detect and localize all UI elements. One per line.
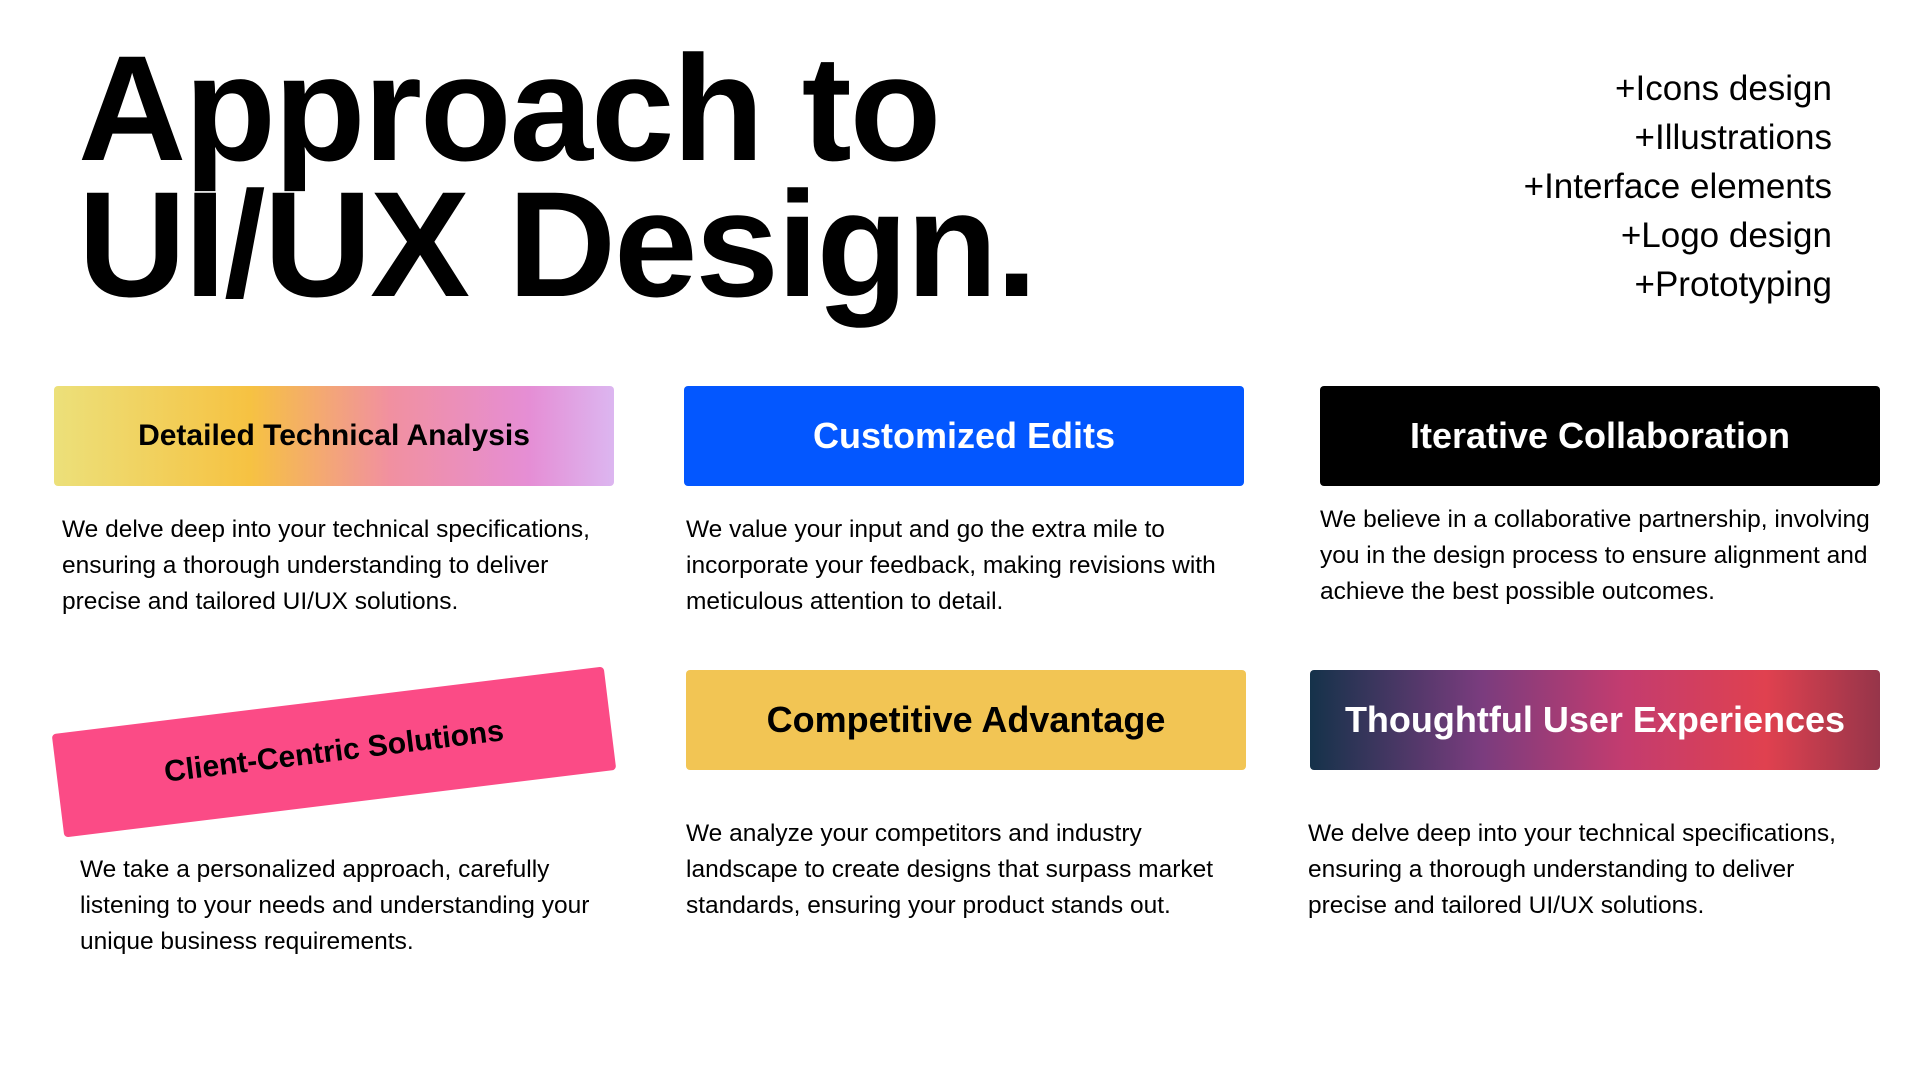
page-title-line-2: UI/UX Design. (78, 160, 1037, 328)
tag-competitive-advantage: Competitive Advantage (686, 670, 1246, 770)
tag-customized-edits: Customized Edits (684, 386, 1244, 486)
description-thoughtful-user-experiences: We delve deep into your technical specif… (1308, 820, 1836, 919)
tag-detailed-technical-analysis: Detailed Technical Analysis (54, 386, 614, 486)
description-competitive-advantage: We analyze your competitors and industry… (686, 820, 1214, 919)
service-item: +Logo design (1620, 216, 1832, 255)
service-item: +Prototyping (1634, 265, 1833, 304)
page-title-line-1: Approach to (78, 24, 941, 192)
page-title: Approach to UI/UX Design. (78, 24, 1037, 328)
services-list: +Icons design +Illustrations +Interface … (1524, 64, 1832, 309)
description-client-centric-solutions: We take a personalized approach, careful… (80, 856, 590, 955)
service-item: +Icons design (1615, 69, 1832, 108)
service-item: +Illustrations (1634, 118, 1832, 157)
tag-client-centric-solutions: Client-Centric Solutions (51, 666, 617, 838)
service-item: +Interface elements (1523, 167, 1832, 206)
tag-thoughtful-user-experiences: Thoughtful User Experiences (1310, 670, 1880, 770)
description-iterative-collaboration: We believe in a collaborative partnershi… (1320, 506, 1870, 605)
description-customized-edits: We value your input and go the extra mil… (686, 516, 1216, 615)
description-detailed-technical-analysis: We delve deep into your technical specif… (62, 516, 590, 615)
tag-iterative-collaboration: Iterative Collaboration (1320, 386, 1880, 486)
